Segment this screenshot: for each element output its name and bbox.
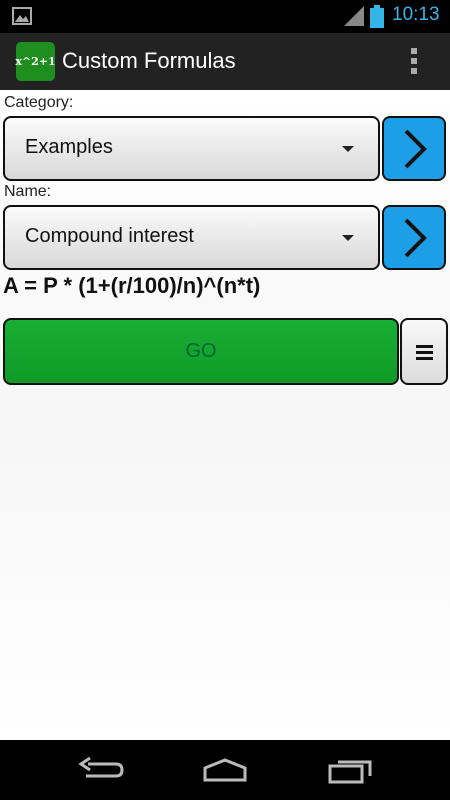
app-icon[interactable]: x^2+1 [15,42,56,81]
category-label: Category: [4,94,74,111]
name-value: Compound interest [25,225,194,247]
chevron-right-icon [404,218,427,258]
action-bar: x^2+1 Custom Formulas [0,33,450,90]
signal-icon [344,6,364,26]
category-next-button[interactable] [382,116,446,181]
status-clock: 10:13 [392,4,440,25]
dropdown-caret-icon [342,235,354,241]
name-spinner[interactable]: Compound interest [3,205,380,270]
overflow-menu-icon[interactable] [410,48,418,76]
back-icon[interactable] [78,756,124,784]
gallery-icon [12,7,32,25]
menu-icon [416,345,433,348]
navigation-bar [0,740,450,800]
category-value: Examples [25,136,113,158]
name-next-button[interactable] [382,205,446,270]
app-title: Custom Formulas [62,48,236,73]
go-button[interactable]: GO [3,318,399,385]
category-spinner[interactable]: Examples [3,116,380,181]
battery-icon [370,5,384,28]
status-bar: 10:13 [0,0,450,33]
dropdown-caret-icon [342,146,354,152]
recent-apps-icon[interactable] [328,756,374,784]
home-icon[interactable] [201,756,249,782]
menu-button[interactable] [400,318,448,385]
name-label: Name: [4,183,52,200]
main-content [0,90,450,740]
chevron-right-icon [404,129,427,169]
formula-text: A = P * (1+(r/100)/n)^(n*t) [3,273,261,298]
